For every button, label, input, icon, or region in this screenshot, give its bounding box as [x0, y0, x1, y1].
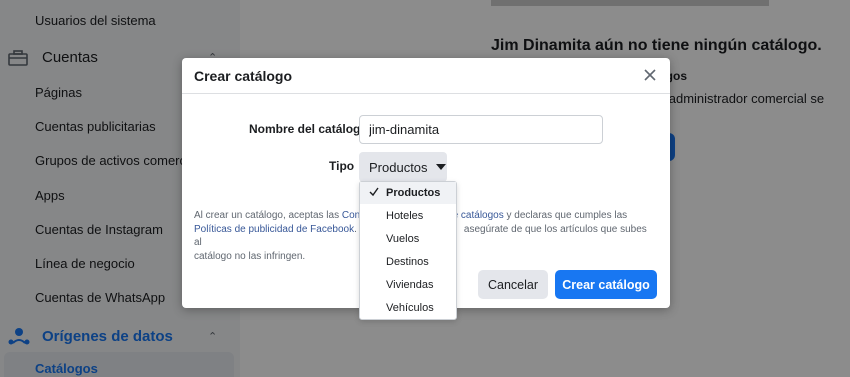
ad-policies-link[interactable]: Políticas de publicidad de Facebook — [194, 224, 354, 235]
dialog-header: Crear catálogo — [182, 58, 670, 94]
dropdown-option-vehicles[interactable]: Vehículos — [360, 297, 456, 319]
dropdown-option-destinations[interactable]: Destinos — [360, 251, 456, 273]
dropdown-option-homes[interactable]: Viviendas — [360, 274, 456, 296]
option-label: Hoteles — [386, 210, 424, 222]
cancel-button[interactable]: Cancelar — [478, 270, 548, 299]
dropdown-option-hotels[interactable]: Hoteles — [360, 205, 456, 227]
option-label: Vuelos — [386, 233, 420, 245]
catalog-name-input[interactable] — [359, 115, 603, 144]
terms-part: catálogo no las infringen. — [194, 250, 306, 262]
catalog-type-label: Tipo — [329, 159, 355, 173]
option-label: Productos — [386, 187, 441, 199]
catalog-name-label: Nombre del catálogo — [249, 122, 368, 136]
catalog-type-select[interactable]: Productos — [359, 152, 447, 182]
terms-part: Al crear un catálogo, aceptas las — [194, 210, 342, 221]
close-icon[interactable] — [642, 67, 658, 83]
option-label: Vehículos — [386, 302, 434, 314]
create-catalog-button[interactable]: Crear catálogo — [555, 270, 657, 299]
catalog-type-dropdown: Productos Hoteles Vuelos Destinos Vivien… — [359, 181, 457, 320]
check-icon — [369, 187, 379, 200]
catalog-type-value: Productos — [369, 159, 428, 175]
option-label: Viviendas — [386, 279, 434, 291]
terms-part: y declaras que cumples las — [503, 210, 628, 221]
dropdown-option-flights[interactable]: Vuelos — [360, 228, 456, 250]
dropdown-option-products[interactable]: Productos — [360, 182, 456, 204]
caret-down-icon — [435, 164, 446, 170]
dialog-title: Crear catálogo — [194, 68, 293, 84]
option-label: Destinos — [386, 256, 429, 268]
